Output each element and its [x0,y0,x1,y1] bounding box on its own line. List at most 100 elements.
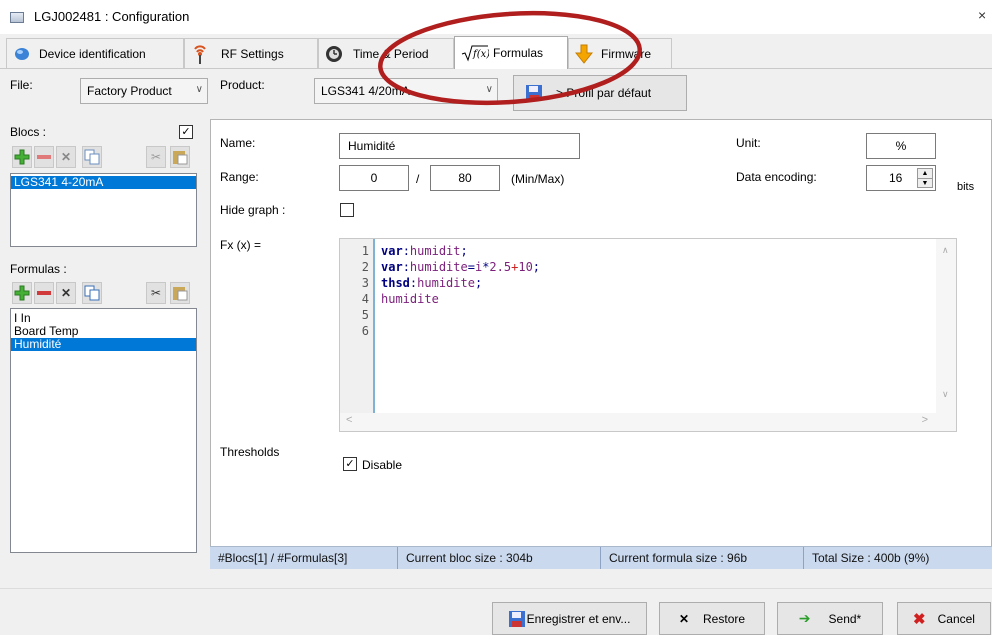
hide-graph-label: Hide graph : [220,203,286,217]
close-icon: ✕ [678,611,690,626]
restore-label: Restore [703,611,746,626]
blocs-list[interactable]: LGS341 4-20mA [10,173,197,247]
product-label: Product: [220,78,265,92]
list-item[interactable]: LGS341 4-20mA [11,176,196,189]
code-line: thsd:humidite; [381,276,483,290]
paste-icon [173,151,188,165]
caret-down-icon[interactable]: ▼ [918,178,932,188]
file-label: File: [10,78,33,92]
arrow-right-icon: ➔ [798,610,811,626]
chevron-up-icon[interactable]: ∧ [942,245,949,256]
fx-label: Fx (x) = [220,238,261,252]
status-bar: #Blocs[1] / #Formulas[3] Current bloc si… [210,546,992,569]
vertical-scrollbar[interactable]: ∧ ∨ [936,239,956,431]
save-and-send-button[interactable]: Enregistrer et env... [492,602,647,635]
blocs-checkbox[interactable]: ✓ [179,125,193,139]
line-number: 2 [361,260,369,274]
remove-formula-button[interactable] [34,282,54,304]
range-min-input[interactable]: 0 [339,165,409,191]
file-dropdown-value: Factory Product [87,84,172,98]
send-button[interactable]: ➔ Send* [777,602,883,635]
paste-icon [173,287,188,301]
scissors-icon: ✂ [150,150,162,164]
copy-icon [84,149,100,165]
copy-icon [84,285,100,301]
svg-text:f(x): f(x) [472,49,489,60]
blocs-label: Blocs : [10,125,47,139]
add-formula-button[interactable] [12,282,32,304]
paste-formula-button[interactable] [170,282,190,304]
send-label: Send* [828,611,862,626]
range-max-input[interactable]: 80 [430,165,500,191]
tab-label: Formulas [493,46,544,60]
restore-button[interactable]: ✕ Restore [659,602,765,635]
copy-bloc-button[interactable] [82,146,102,168]
paste-bloc-button[interactable] [170,146,190,168]
cut-bloc-button[interactable]: ✂ [146,146,166,168]
line-number-gutter: 1 2 3 4 5 6 [340,239,375,413]
status-bloc-size: Current bloc size : 304b [398,547,601,569]
formulas-list[interactable]: I In Board Temp Humidité [10,308,197,553]
name-input[interactable]: Humidité [339,133,580,159]
list-item[interactable]: Humidité [11,338,196,351]
code-line: humidite [381,292,439,306]
floppy-icon [508,610,525,627]
minus-icon [37,155,51,159]
close-icon[interactable]: × [978,7,986,23]
window-title: LGJ002481 : Configuration [34,9,190,24]
clock-icon [325,45,343,63]
add-bloc-button[interactable] [12,146,32,168]
save-and-send-label: Enregistrer et env... [526,611,631,626]
check-icon: ✓ [181,125,191,138]
cancel-label: Cancel [937,611,975,626]
status-total-size: Total Size : 400b (9%) [812,551,930,565]
code-line: var:humidit; [381,244,468,258]
plus-icon [14,285,30,301]
close-icon: ✕ [60,286,72,300]
close-icon: ✕ [60,150,72,164]
unit-input[interactable]: % [866,133,936,159]
chevron-right-icon[interactable]: > [922,414,928,426]
copy-formula-button[interactable] [82,282,102,304]
divider [0,588,992,589]
tab-device-identification[interactable]: Device identification [6,38,184,69]
data-encoding-spinner[interactable]: 16 ▲ ▼ [866,165,936,191]
code-line: var:humidite=i*2.5+10; [381,260,541,274]
status-formula-size: Current formula size : 96b [601,547,804,569]
remove-bloc-button[interactable] [34,146,54,168]
chevron-down-icon[interactable]: ∨ [942,389,949,400]
data-encoding-label: Data encoding: [736,170,817,184]
line-number: 3 [361,276,369,290]
delete-formula-button[interactable]: ✕ [56,282,76,304]
thresholds-label: Thresholds [220,445,280,459]
spinner-arrows[interactable]: ▲ ▼ [917,168,933,188]
chevron-down-icon: ∨ [195,84,203,95]
range-separator: / [416,172,420,186]
line-number: 4 [361,292,369,306]
unit-label: Unit: [736,136,761,150]
tab-formulas[interactable]: f(x) Formulas [454,36,568,69]
range-hint: (Min/Max) [511,172,565,186]
cut-formula-button[interactable]: ✂ [146,282,166,304]
scissors-icon: ✂ [150,286,162,300]
plus-icon [14,149,30,165]
formula-code-editor[interactable]: 1 2 3 4 5 6 var:humidit; var:humidite=i*… [339,238,957,432]
chevron-left-icon[interactable]: < [346,414,352,426]
disable-checkbox[interactable]: ✓ [343,457,357,471]
disable-label: Disable [362,458,403,472]
tab-label: RF Settings [221,47,284,61]
file-dropdown[interactable]: Factory Product ∨ [80,78,208,104]
cancel-button[interactable]: ✖ Cancel [897,602,991,635]
delete-bloc-button[interactable]: ✕ [56,146,76,168]
minus-icon [37,291,51,295]
check-icon: ✓ [345,457,355,470]
tab-rf-settings[interactable]: RF Settings [184,38,318,69]
bits-label: bits [957,181,975,193]
line-number: 6 [361,324,369,338]
caret-up-icon[interactable]: ▲ [918,169,932,178]
line-number: 1 [361,244,369,258]
horizontal-scrollbar[interactable]: < > [340,413,936,431]
hide-graph-checkbox[interactable] [340,203,354,217]
line-number: 5 [361,308,369,322]
window-icon [10,12,24,23]
